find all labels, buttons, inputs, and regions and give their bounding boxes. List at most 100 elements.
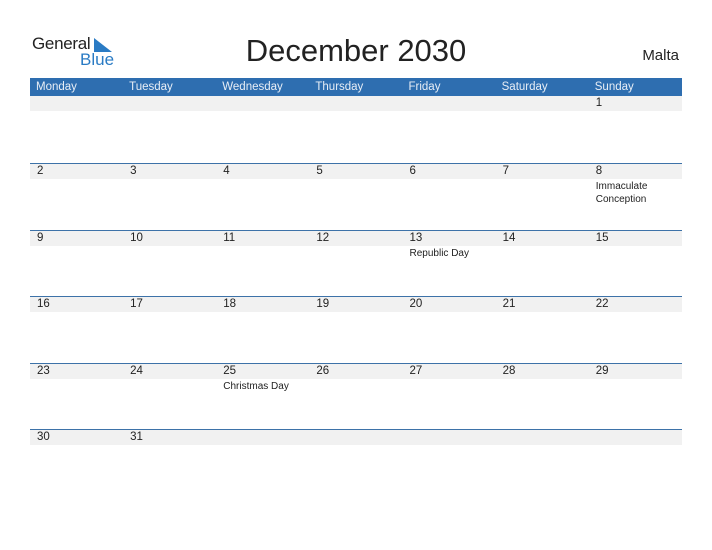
day-cell: 7: [496, 164, 589, 206]
day-cell: [496, 430, 589, 445]
day-number: [503, 96, 589, 111]
week-row: 30 31: [30, 429, 682, 496]
day-cell: 9: [30, 231, 123, 260]
day-cell: 21: [496, 297, 589, 312]
day-cell: 1: [589, 96, 682, 111]
day-cell: 2: [30, 164, 123, 206]
day-number: 27: [409, 364, 423, 377]
day-cell: [30, 96, 123, 111]
day-number: [410, 96, 496, 111]
day-number: 15: [595, 231, 609, 244]
day-cell: 23: [30, 364, 123, 393]
weekday-sunday: Sunday: [594, 81, 634, 93]
day-cell: 16: [30, 297, 123, 312]
day-cell: 22: [589, 297, 682, 312]
day-cell: 5: [309, 164, 402, 206]
day-cell: 11: [216, 231, 309, 260]
weekday-thursday: Thursday: [315, 81, 364, 93]
day-cell: 12: [309, 231, 402, 260]
day-cell: 14: [496, 231, 589, 260]
day-number: 5: [316, 165, 323, 177]
day-number: 20: [409, 298, 423, 310]
day-number: 4: [223, 165, 230, 177]
weekday-wednesday: Wednesday: [222, 81, 283, 93]
day-number: [503, 430, 589, 445]
day-cell: [403, 96, 496, 111]
day-number: 12: [316, 231, 330, 244]
day-cell: [216, 430, 309, 445]
week-row: 23 24 25 Christmas Day 26 27 28 29: [30, 362, 682, 430]
day-number: 28: [502, 364, 516, 377]
day-number: 14: [502, 231, 516, 244]
day-cell: [216, 96, 309, 111]
day-cell: 18: [216, 297, 309, 312]
holiday-label: Immaculate Conception: [595, 181, 648, 205]
day-cell: 29: [589, 364, 682, 393]
day-number: 6: [409, 165, 416, 177]
day-number: 11: [223, 231, 236, 244]
day-cell: [123, 96, 216, 111]
day-cell: 28: [496, 364, 589, 393]
day-number: 3: [130, 165, 137, 177]
day-number: 30: [37, 431, 50, 443]
day-cell: 8 Immaculate Conception: [589, 164, 682, 206]
day-cell: 6: [403, 164, 496, 206]
weekday-saturday: Saturday: [501, 81, 548, 93]
holiday-label: Republic Day: [409, 247, 469, 259]
day-cell: [496, 96, 589, 111]
weekday-monday: Monday: [36, 81, 77, 93]
day-number: [130, 96, 216, 111]
day-number: 18: [223, 298, 237, 310]
day-number: 1: [595, 97, 603, 109]
day-number: 9: [37, 231, 44, 244]
day-number: 21: [502, 298, 516, 310]
day-cell: [403, 430, 496, 445]
day-number: [223, 430, 309, 445]
week-row: 2 3 4 5 6 7 8 Immaculate Conception: [30, 163, 682, 230]
day-cell: 19: [309, 297, 402, 312]
day-number: [316, 430, 402, 445]
day-cell: 31: [123, 430, 216, 445]
day-number: 17: [130, 298, 143, 310]
week-row: 16 17 18 19 20 21 22: [30, 296, 682, 363]
day-cell: 4: [216, 164, 309, 206]
weekday-friday: Friday: [408, 81, 441, 93]
day-number: 7: [502, 165, 510, 177]
day-cell: 17: [123, 297, 216, 312]
day-cell: 30: [30, 430, 123, 445]
day-cell: 10: [123, 231, 216, 260]
day-number: 31: [130, 431, 143, 443]
holiday-label: Christmas Day: [223, 380, 289, 392]
day-cell: 15: [589, 231, 682, 260]
day-cell: 26: [309, 364, 402, 393]
day-number: 29: [595, 364, 609, 377]
day-number: [410, 430, 496, 445]
calendar-grid: Monday Tuesday Wednesday Thursday Friday Satu…: [30, 78, 682, 496]
day-number: 10: [130, 231, 143, 244]
country-label: Malta: [642, 47, 679, 64]
day-number: 25: [223, 364, 237, 377]
day-cell: 25 Christmas Day: [216, 364, 309, 393]
day-cell: 24: [123, 364, 216, 393]
week-row: 9 10 11 12 13 Republic Day 14 15: [30, 229, 682, 297]
weekday-tuesday: Tuesday: [129, 81, 173, 93]
day-cell: [309, 430, 402, 445]
weekday-header: Monday Tuesday Wednesday Thursday Friday Satu…: [30, 78, 682, 96]
day-number: 24: [130, 364, 143, 377]
day-number: 19: [316, 298, 330, 310]
day-number: [37, 96, 123, 111]
day-number: 22: [595, 298, 609, 310]
day-cell: 3: [123, 164, 216, 206]
page-title: December 2030: [245, 33, 467, 68]
day-number: [223, 96, 309, 111]
day-number: 16: [37, 298, 50, 310]
day-cell: [589, 430, 682, 445]
day-number: 13: [409, 231, 423, 244]
day-cell: 20: [403, 297, 496, 312]
day-cell: [309, 96, 402, 111]
day-number: 23: [37, 364, 50, 377]
day-cell: 13 Republic Day: [403, 231, 496, 260]
day-cell: 27: [403, 364, 496, 393]
day-number: [316, 96, 402, 111]
day-number: 2: [37, 165, 44, 177]
